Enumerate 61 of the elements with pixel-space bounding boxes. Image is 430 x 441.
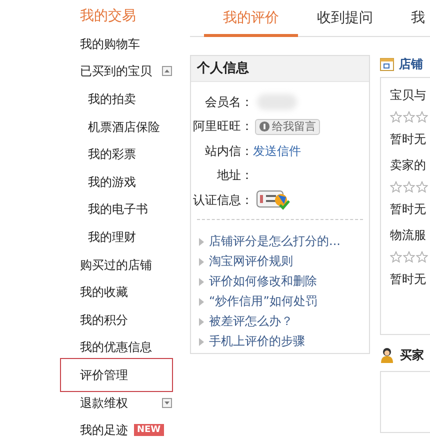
help-link[interactable]: 淘宝网评价规则 [209,253,293,270]
sidebar-item[interactable]: 我的积分 [60,306,173,334]
star-icon [416,111,428,123]
star-icon [390,181,402,193]
star-icon [390,111,402,123]
help-link[interactable]: 店铺评分是怎么打分的... [209,233,340,250]
section-title: 买家 [400,346,424,364]
toggle-icon[interactable] [162,398,172,408]
rating-label: 宝贝与 [390,87,427,104]
help-link[interactable]: 手机上评价的步骤 [209,333,305,350]
send-mail-link[interactable]: 发送信件 [253,142,301,160]
rating-label: 物流服 [390,227,427,244]
help-link[interactable]: 评价如何修改和删除 [209,273,317,290]
sidebar-subitem[interactable]: 我的彩票 [60,140,173,168]
message-button[interactable]: 给我留言 [255,118,320,135]
star-icon [416,181,428,193]
sidebar-item[interactable]: 评价管理 [60,358,173,392]
bullet-icon [199,238,204,246]
star-icon [403,111,415,123]
help-link[interactable]: “炒作信用”如何处罚 [209,293,318,310]
sidebar-subitem[interactable]: 我的拍卖 [60,85,173,113]
field-label: 认证信息： [192,192,253,209]
bullet-icon [199,278,204,286]
field-label: 站内信： [204,142,253,160]
field-label: 会员名： [204,94,253,111]
bullet-icon [199,338,204,346]
toggle-icon[interactable] [162,66,172,76]
sidebar-title: 我的交易 [79,7,137,26]
sidebar-subitem[interactable]: 我的理财 [60,223,173,251]
chat-icon [259,121,270,132]
sidebar-item[interactable]: 我的足迹 NEW [60,416,173,441]
star-icon [416,251,428,263]
rating-note: 暂时无 [390,271,427,288]
star-icon [390,251,402,263]
certificate-icon [255,189,291,212]
sidebar-subitem[interactable]: 我的电子书 [60,196,173,224]
star-icon [403,251,415,263]
calendar-icon [380,57,394,71]
tab[interactable]: 收到提问 [298,0,392,37]
bullet-icon [199,298,204,306]
sidebar-subitem[interactable]: 我的游戏 [60,168,173,196]
sidebar-item[interactable]: 购买过的店铺 [60,250,173,278]
sidebar-item[interactable]: 我的购物车 [60,30,173,58]
rating-note: 暂时无 [390,201,427,218]
bullet-icon [199,318,204,326]
section-title: 店铺 [399,56,423,72]
field-label: 地址： [216,167,253,184]
new-badge: NEW [134,424,164,436]
bullet-icon [199,258,204,266]
buyer-box [380,371,430,433]
rating-note: 暂时无 [390,131,427,148]
sidebar-item[interactable]: 我的收藏 [60,278,173,306]
panel-title: 个人信息 [191,56,369,82]
help-link[interactable]: 被差评怎么办？ [209,313,293,330]
sidebar-item[interactable]: 已买到的宝贝 [60,58,173,86]
rating-label: 卖家的 [390,157,427,174]
star-icon [403,181,415,193]
field-label: 阿里旺旺： [192,118,253,136]
person-icon [380,347,394,363]
sidebar-subitem[interactable]: 机票酒店保险 [60,112,173,140]
tab[interactable]: 我 [392,0,430,37]
